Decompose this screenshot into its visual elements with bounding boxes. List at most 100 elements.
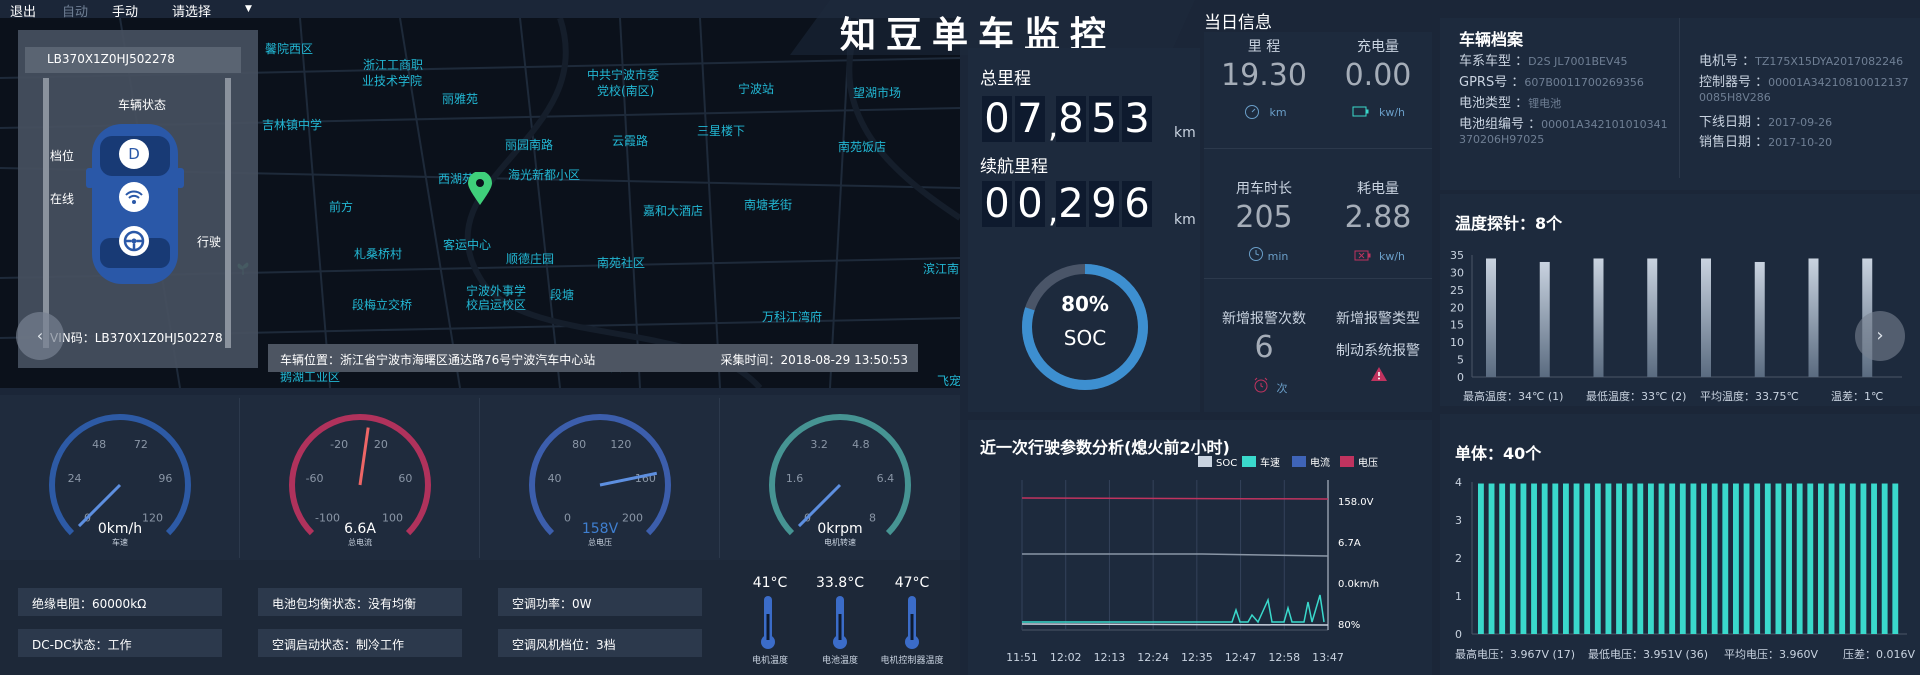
map-label: 客运中心 — [443, 238, 492, 252]
map-label: 望湖市场 — [853, 86, 902, 100]
map-label: 馨院西区 — [265, 42, 314, 56]
legend-label: 电流 — [1310, 456, 1330, 469]
archive-row: 下线日期 ：2017-09-26 — [1699, 111, 1832, 130]
lane-right — [225, 78, 231, 348]
today-consumption-label: 耗电量 — [1357, 181, 1399, 197]
cell-bar — [1563, 483, 1569, 634]
stat-value: 工作 — [107, 638, 132, 652]
battery-icon — [1352, 106, 1369, 117]
range-unit: km — [1174, 212, 1196, 228]
next-button[interactable]: › — [1855, 311, 1905, 361]
alarm-type-value: 制动系统报警 — [1336, 343, 1420, 359]
archive-key: 电池类型 ： — [1459, 96, 1529, 111]
map-label: 顺德庄园 — [506, 252, 555, 266]
battery-temp-value: 33.8°C — [816, 575, 864, 591]
x-tick: 13:47 — [1312, 651, 1344, 664]
archive-key: 下线日期 ： — [1699, 115, 1769, 130]
alarm-count-label: 新增报警次数 — [1222, 311, 1306, 327]
gauge-value: 0km/h — [98, 521, 142, 537]
gauge-name: 总电流 — [348, 537, 372, 547]
map-label: 丽雅苑 — [442, 92, 479, 106]
cell-bar — [1541, 483, 1548, 634]
archive-row: GPRS号 ：607B0011700269356 — [1459, 71, 1644, 90]
speed-line — [1022, 594, 1325, 624]
temp-avg: 平均温度：33.75℃ — [1700, 390, 1799, 403]
cell-bar — [1743, 483, 1750, 634]
stat-value: 3档 — [596, 638, 616, 652]
temp-bar — [1486, 258, 1496, 377]
soc-label: SOC — [1063, 326, 1107, 350]
cell-bar — [1488, 483, 1495, 634]
dcdc-stat: DC-DC状态：工作 — [18, 629, 222, 657]
map-label: 党校(南区) — [597, 84, 655, 98]
drive-label: 行驶 — [197, 235, 222, 249]
today-title: 当日信息 — [1204, 13, 1272, 33]
voltage-line — [1021, 497, 1329, 500]
gauge-tick: 40 — [548, 472, 562, 485]
map-label: 前方 — [329, 200, 354, 214]
cell-min: 最低电压：3.951V (36) — [1588, 648, 1709, 661]
temp-bar — [1808, 258, 1819, 377]
archive-value: 00001A342101010341 — [1541, 118, 1668, 131]
cell-diff: 压差：0.016V — [1843, 648, 1916, 661]
cell-bar — [1478, 483, 1484, 634]
legend-swatch — [1340, 456, 1354, 467]
gauge-value: 6.6A — [344, 521, 376, 537]
gauge-tick: 120 — [142, 512, 163, 525]
today-mileage-label: 里 程 — [1247, 39, 1281, 55]
y-tick: 5 — [1457, 354, 1464, 367]
location-pin-icon[interactable] — [467, 172, 493, 206]
stat-label: 空调启动状态： — [272, 638, 357, 652]
motor-temp-label: 电机温度 — [751, 656, 788, 666]
x-tick: 12:13 — [1094, 651, 1126, 664]
cell-bar — [1573, 483, 1580, 634]
today-consumption-unit: kw/h — [1378, 250, 1406, 263]
archive-key: GPRS号 ： — [1459, 75, 1525, 90]
map-label: 校启运校区 — [466, 298, 527, 312]
car-status-label: 车辆状态 — [118, 98, 167, 112]
y-tick: 15 — [1450, 319, 1464, 332]
cell-bar — [1860, 483, 1867, 634]
map-label: 南苑社区 — [597, 256, 646, 270]
gauge-tick: 24 — [68, 472, 82, 485]
chevron-down-icon[interactable]: ▼ — [245, 4, 252, 14]
steering-wheel-icon — [119, 226, 149, 256]
battery-temp-label: 电池温度 — [821, 656, 858, 666]
cell-bar — [1679, 483, 1686, 634]
map-label: 中共宁波市委 — [587, 68, 660, 82]
cell-bar — [1839, 483, 1846, 634]
stat-label: 空调功率： — [512, 597, 573, 611]
y-tick: 0 — [1455, 628, 1462, 641]
alarm-count-unit: 次 — [1276, 382, 1288, 395]
temp-diff: 温差：1℃ — [1831, 390, 1884, 403]
gauge-tick: 20 — [374, 438, 388, 451]
gauge-tick: 0 — [564, 512, 571, 525]
warning-icon — [1371, 367, 1387, 381]
gauge-tick: 100 — [382, 512, 403, 525]
cell-bar — [1616, 483, 1622, 634]
x-tick: 12:24 — [1137, 651, 1169, 664]
controller-temp-label: 电机控制器温度 — [880, 656, 944, 666]
map-label: 三星楼下 — [697, 124, 746, 138]
archive-row: 电机号 ：TZ175X15DYA2017082246 — [1699, 50, 1903, 69]
map-label: 飞宠 — [937, 374, 960, 388]
legend-label: 电压 — [1358, 456, 1378, 469]
thermometer-icon — [761, 596, 775, 649]
cell-bar — [1828, 483, 1835, 634]
odometer-unit: km — [1174, 125, 1196, 141]
collapse-left-button[interactable]: ‹ — [16, 312, 64, 360]
digit: 5 — [1089, 96, 1119, 142]
map-label: 南苑饭店 — [838, 140, 887, 154]
trip-chart: SOC 车速 电流 电压 11:51 12:02 12:13 12:24 12:35 12:47 1… — [1006, 456, 1379, 664]
range-digits: 0 0 , 2 9 6 — [982, 181, 1155, 241]
ac-fan-stat: 空调风机档位：3档 — [498, 629, 702, 657]
range-label: 续航里程 — [980, 157, 1048, 177]
y-tick: 0 — [1457, 371, 1464, 384]
map-label: 札桑桥村 — [354, 247, 403, 261]
right-label: 0.0km/h — [1338, 579, 1379, 590]
today-usage-unit: min — [1267, 250, 1289, 263]
archive-title: 车辆档案 — [1459, 30, 1524, 49]
today-usage-value: 205 — [1235, 200, 1293, 235]
gauge-tick: 60 — [398, 472, 412, 485]
gauge-tick: 80 — [572, 438, 586, 451]
